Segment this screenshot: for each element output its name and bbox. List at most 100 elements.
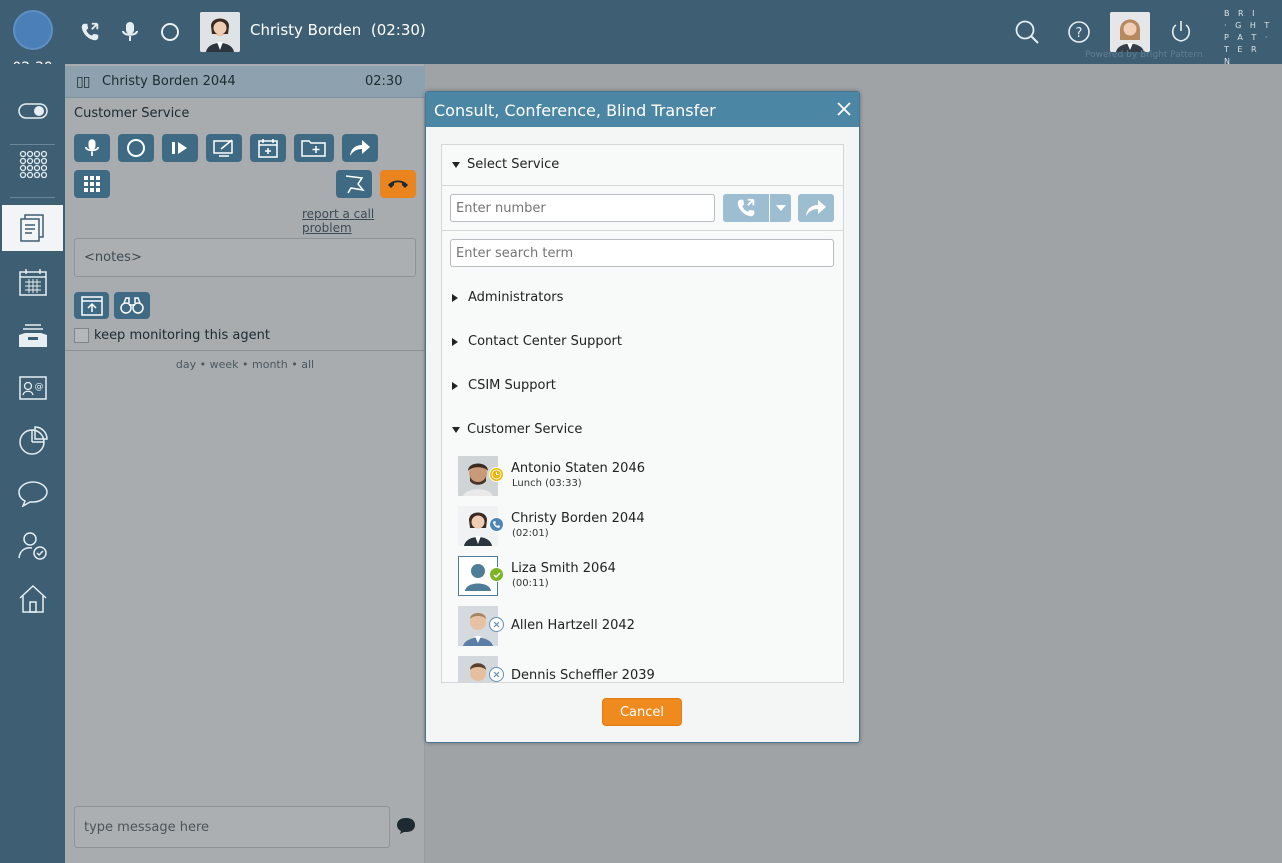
panel-divider — [65, 350, 425, 351]
transfer-button[interactable] — [342, 134, 378, 162]
top-agent-name: Christy Borden (02:30) — [250, 21, 426, 39]
agent-list-item[interactable]: Dennis Scheffler 2039 — [458, 656, 828, 683]
group-csim-support[interactable]: CSIM Support — [452, 378, 556, 393]
keypad-button[interactable] — [74, 170, 110, 198]
agent-status-indicator[interactable] — [13, 10, 53, 50]
binoculars-button[interactable] — [114, 292, 150, 319]
agent-name: Dennis Scheffler 2039 — [511, 668, 655, 683]
search-icon[interactable] — [1014, 19, 1040, 45]
call-header: ▯▯ Christy Borden 2044 02:30 — [65, 66, 425, 98]
enter-number-input[interactable] — [450, 194, 715, 222]
dialpad-icon[interactable] — [0, 142, 65, 186]
sidebar-divider — [10, 197, 55, 198]
sidebar-item-interactions[interactable] — [2, 205, 63, 251]
calendar-icon[interactable] — [0, 260, 65, 304]
agent-list-item[interactable]: Allen Hartzell 2042 — [458, 606, 828, 646]
cancel-button[interactable]: Cancel — [602, 698, 682, 726]
chevron-right-icon — [452, 337, 458, 346]
reports-pie-icon[interactable] — [0, 419, 65, 463]
transfer-dialog: Consult, Conference, Blind Transfer Sele… — [425, 91, 860, 743]
message-input[interactable]: type message here — [74, 806, 390, 848]
screen-share-button[interactable] — [206, 134, 242, 162]
chevron-right-icon — [452, 381, 458, 390]
monitor-label: keep monitoring this agent — [94, 328, 270, 343]
chevron-down-icon[interactable] — [770, 194, 791, 222]
group-customer-service[interactable]: Customer Service — [452, 422, 582, 437]
search-input[interactable] — [450, 239, 834, 267]
send-chat-icon[interactable] — [396, 817, 416, 839]
phone-icon[interactable] — [78, 20, 102, 44]
hangup-button[interactable] — [380, 170, 416, 198]
divider — [442, 185, 843, 186]
group-administrators[interactable]: Administrators — [452, 290, 563, 305]
add-folder-button[interactable] — [294, 134, 334, 162]
group-label: Customer Service — [467, 422, 583, 437]
group-contact-center-support[interactable]: Contact Center Support — [452, 334, 622, 349]
home-icon[interactable] — [0, 577, 65, 621]
contact-card-icon[interactable]: @ — [0, 366, 65, 410]
call-timer: 02:30 — [365, 74, 403, 89]
inbox-icon[interactable] — [0, 314, 65, 358]
dial-split-button[interactable] — [723, 194, 791, 222]
agent-status: (00:11) — [512, 578, 549, 589]
agent-name: Christy Borden 2044 — [511, 511, 645, 526]
agent-avatar[interactable] — [200, 12, 240, 52]
history-range-links[interactable]: day • week • month • all — [65, 358, 425, 371]
monitor-agent-checkbox[interactable]: keep monitoring this agent — [74, 328, 270, 343]
agent-list-item[interactable]: Christy Borden 2044 (02:01) — [458, 506, 828, 546]
toggle-icon[interactable] — [0, 89, 65, 133]
power-icon[interactable] — [1168, 18, 1194, 46]
divider — [442, 230, 843, 231]
call-party-name: Christy Borden 2044 — [102, 74, 236, 89]
top-bar: Christy Borden (02:30) ? B R I · G H T P… — [0, 0, 1282, 66]
sidebar: @ — [0, 64, 65, 863]
agent-list-item[interactable]: Liza Smith 2064 (00:11) — [458, 556, 828, 596]
chevron-right-icon — [452, 293, 458, 302]
user-avatar[interactable] — [1110, 12, 1150, 52]
dial-button[interactable] — [723, 194, 769, 222]
record-icon[interactable] — [159, 21, 181, 43]
cross-icon — [489, 667, 504, 682]
chevron-down-icon — [452, 161, 460, 168]
chat-bubble-icon[interactable] — [0, 471, 65, 515]
dialog-title: Consult, Conference, Blind Transfer — [426, 92, 859, 127]
notes-field[interactable]: <notes> — [74, 238, 416, 277]
agent-status: (02:01) — [512, 528, 549, 539]
brand-logo: B R I · G H T P A T · T E R N — [1224, 9, 1273, 66]
report-call-problem-link[interactable]: report a call problem — [302, 207, 424, 235]
service-name: Customer Service — [74, 106, 190, 121]
select-service-label: Select Service — [467, 157, 560, 172]
clock-icon — [489, 467, 504, 482]
interaction-panel: ▯▯ Christy Borden 2044 02:30 Customer Se… — [65, 64, 425, 863]
checkbox[interactable] — [74, 328, 89, 343]
powered-by: Powered by Bright Pattern — [1085, 50, 1203, 60]
service-selector-panel: Select Service Administrators Contact Ce… — [441, 144, 844, 683]
agent-name: Liza Smith 2064 — [511, 561, 616, 576]
schedule-button[interactable] — [250, 134, 286, 162]
hold-icon[interactable]: ▯▯ — [76, 74, 90, 90]
agent-list-item[interactable]: Antonio Staten 2046 Lunch (03:33) — [458, 456, 828, 496]
flag-button[interactable] — [336, 170, 372, 198]
microphone-icon[interactable] — [119, 20, 141, 44]
mute-button[interactable] — [74, 134, 110, 162]
pop-out-button[interactable] — [74, 292, 109, 319]
svg-text:?: ? — [1076, 26, 1083, 41]
record-button[interactable] — [118, 134, 154, 162]
group-label: Contact Center Support — [468, 334, 622, 349]
agent-name: Antonio Staten 2046 — [511, 461, 645, 476]
phone-icon — [489, 517, 504, 532]
close-icon[interactable] — [834, 99, 854, 119]
hold-resume-button[interactable] — [162, 134, 198, 162]
check-icon — [489, 567, 504, 582]
svg-text:@: @ — [34, 382, 43, 392]
group-label: Administrators — [468, 290, 564, 305]
blind-transfer-button[interactable] — [798, 194, 834, 222]
agent-name: Allen Hartzell 2042 — [511, 618, 635, 633]
user-check-icon[interactable] — [0, 524, 65, 568]
help-icon[interactable]: ? — [1066, 19, 1092, 45]
group-label: CSIM Support — [468, 378, 556, 393]
cross-icon — [489, 617, 504, 632]
agent-status: Lunch (03:33) — [512, 478, 582, 489]
select-service-toggle[interactable]: Select Service — [452, 157, 559, 172]
chevron-down-icon — [452, 426, 460, 433]
